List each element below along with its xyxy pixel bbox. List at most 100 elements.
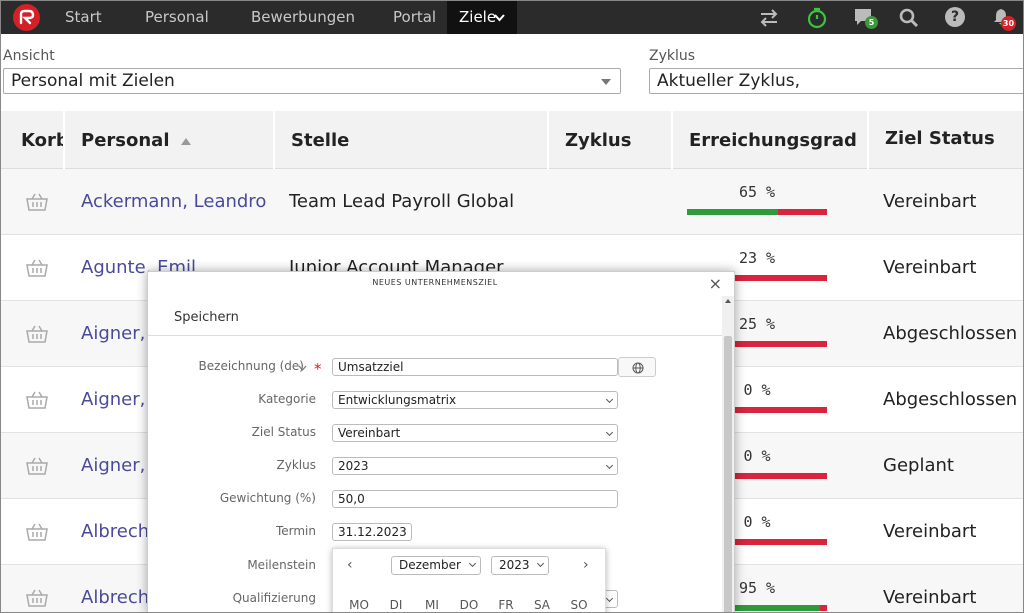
required-marker: *	[314, 360, 322, 378]
view-select-value: Personal mit Zielen	[11, 71, 175, 91]
dialog-scrollbar[interactable]	[722, 296, 734, 612]
basket-icon[interactable]	[26, 523, 48, 541]
chevron-down-icon	[494, 14, 505, 22]
notifications-badge: 30	[1001, 16, 1016, 31]
designation-input[interactable]: Umsatzziel	[332, 358, 618, 376]
weekday-header: DO	[459, 598, 479, 612]
person-name-link[interactable]: Ackermann, Leandro	[81, 169, 271, 235]
goal-status-label: Ziel Status	[251, 425, 316, 439]
help-button[interactable]: ?	[945, 7, 965, 27]
search-icon[interactable]	[897, 6, 921, 30]
top-navigation: Start Personal Bewerbungen Portal Ziele …	[1, 1, 1023, 34]
switch-icon[interactable]	[757, 6, 781, 30]
chevron-down-icon	[536, 559, 545, 568]
date-input[interactable]: 31.12.2023	[332, 523, 412, 541]
nav-bewerbungen[interactable]: Bewerbungen	[251, 1, 355, 34]
weekday-header: FR	[498, 598, 514, 612]
goal-status-select[interactable]: Vereinbart	[332, 424, 618, 442]
previous-month-button[interactable]: ‹	[347, 557, 353, 573]
goal-status-cell: Vereinbart	[883, 587, 977, 608]
cycle-label: Zyklus	[649, 48, 696, 64]
column-header-basket[interactable]: Korb	[1, 111, 63, 169]
weekday-header: MO	[349, 598, 369, 612]
globe-icon	[632, 362, 644, 374]
caret-down-icon	[601, 79, 611, 85]
goal-cycle-select[interactable]: 2023	[332, 457, 618, 475]
nav-portal[interactable]: Portal	[393, 1, 436, 34]
category-select[interactable]: Entwicklungsmatrix	[332, 391, 618, 409]
cycle-select-value: Aktueller Zyklus,	[657, 71, 800, 91]
logo-icon	[19, 9, 35, 25]
achievement-progress: 65 %	[687, 169, 827, 235]
weekday-header: SO	[570, 598, 588, 612]
chevron-down-icon	[605, 428, 614, 437]
nav-ziele[interactable]: Ziele	[447, 1, 517, 34]
year-select-value: 2023	[499, 558, 530, 572]
goal-cycle-select-value: 2023	[338, 459, 369, 473]
category-label: Kategorie	[258, 392, 316, 406]
goal-status-cell: Vereinbart	[883, 257, 977, 278]
cycle-select[interactable]: Aktueller Zyklus,	[649, 68, 1023, 94]
dialog-title: NEUES UNTERNEHMENSZIEL	[372, 278, 498, 287]
month-select[interactable]: Dezember	[391, 556, 481, 575]
chat-button[interactable]: 5	[853, 6, 883, 32]
view-select[interactable]: Personal mit Zielen	[3, 68, 621, 94]
nav-start[interactable]: Start	[65, 1, 102, 34]
chevron-down-icon	[605, 395, 614, 404]
weekday-header: DI	[389, 598, 403, 612]
new-goal-dialog: NEUES UNTERNEHMENSZIEL × Speichern Bezei…	[147, 271, 735, 612]
timer-icon[interactable]	[805, 6, 829, 30]
nav-personal[interactable]: Personal	[145, 1, 209, 34]
goal-cycle-label: Zyklus	[276, 458, 316, 472]
date-label: Termin	[275, 524, 316, 538]
column-header-achievement[interactable]: Erreichungsgrad	[671, 111, 867, 169]
translate-button[interactable]	[618, 357, 656, 377]
next-month-button[interactable]: ›	[583, 557, 589, 573]
basket-icon[interactable]	[26, 589, 48, 607]
basket-icon[interactable]	[26, 259, 48, 277]
scroll-up-icon[interactable]	[725, 299, 731, 303]
table-header: Korb Personal Stelle Zyklus Erreichungsg…	[1, 111, 1023, 169]
column-header-cycle[interactable]: Zyklus	[547, 111, 671, 169]
chevron-down-icon	[605, 594, 614, 603]
goal-status-cell: Vereinbart	[883, 191, 977, 212]
milestone-label: Meilenstein	[247, 558, 316, 572]
goal-status-cell: Geplant	[883, 455, 954, 476]
date-input-value: 31.12.2023	[338, 525, 407, 539]
goal-status-cell: Vereinbart	[883, 521, 977, 542]
achievement-percent: 23 %	[738, 249, 776, 267]
column-header-person-label: Personal	[81, 130, 170, 151]
basket-icon[interactable]	[26, 193, 48, 211]
basket-icon[interactable]	[26, 325, 48, 343]
close-icon[interactable]: ×	[709, 274, 722, 293]
weight-label: Gewichtung (%)	[219, 491, 316, 505]
help-icon: ?	[950, 9, 960, 25]
column-header-position[interactable]: Stelle	[273, 111, 547, 169]
chevron-down-icon	[605, 461, 614, 470]
weekday-header: SA	[533, 598, 551, 612]
app-logo[interactable]	[13, 4, 40, 31]
basket-icon[interactable]	[26, 391, 48, 409]
dialog-divider	[148, 335, 722, 336]
table-row[interactable]: Ackermann, Leandro Team Lead Payroll Glob…	[1, 169, 1023, 235]
month-select-value: Dezember	[399, 558, 461, 572]
scrollbar-thumb[interactable]	[724, 336, 732, 612]
category-select-value: Entwicklungsmatrix	[338, 393, 457, 407]
date-picker: ‹ Dezember 2023 › MO DI MI DO FR SA SO	[332, 548, 606, 612]
column-header-person[interactable]: Personal	[63, 111, 273, 169]
column-header-status[interactable]: Ziel Status	[867, 111, 1023, 169]
year-select[interactable]: 2023	[491, 556, 549, 575]
chevron-down-icon	[468, 559, 477, 568]
language-chevron-icon[interactable]	[298, 365, 307, 371]
view-label: Ansicht	[3, 48, 55, 64]
sort-ascending-icon	[180, 138, 191, 145]
weekday-header: MI	[425, 598, 439, 612]
weight-input[interactable]: 50,0	[332, 490, 618, 508]
notifications-button[interactable]: 30	[991, 6, 1021, 32]
save-button[interactable]: Speichern	[174, 310, 239, 325]
goal-status-cell: Abgeschlossen	[883, 323, 1018, 344]
basket-icon[interactable]	[26, 457, 48, 475]
achievement-percent: 65 %	[738, 183, 776, 201]
progress-fill	[687, 209, 778, 215]
weight-input-value: 50,0	[338, 492, 365, 506]
